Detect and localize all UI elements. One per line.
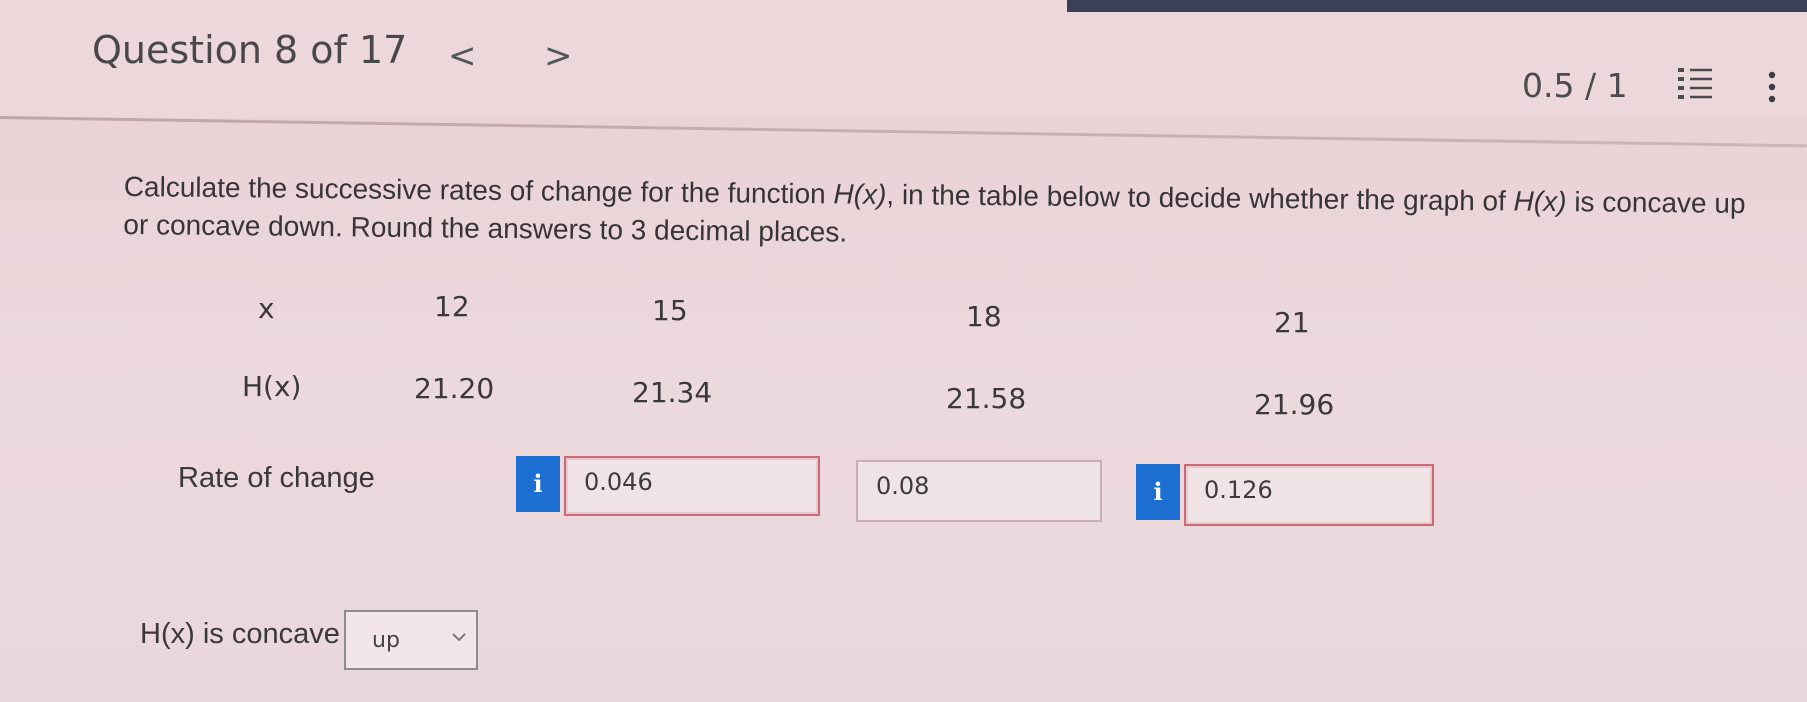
list-icon[interactable] [1676,66,1714,102]
previous-question-button[interactable]: < [448,36,477,76]
x-value-cell: 12 [434,290,470,323]
prompt-text-2: , in the table below to decide whether t… [886,178,1514,217]
h-value-cell: 21.96 [1254,388,1335,421]
next-question-button[interactable]: > [544,36,573,76]
x-row-label: x [258,292,275,325]
prompt-function-1: H(x) [833,178,887,210]
x-value-cell: 21 [1274,306,1310,339]
h-value-cell: 21.34 [632,376,713,409]
prompt-function-2: H(x) [1513,185,1567,218]
rate-answer-input-2[interactable]: 0.08 [856,460,1102,522]
score-display: 0.5 / 1 [1522,66,1628,105]
h-value-cell: 21.58 [946,382,1027,415]
rate-answer-input-3[interactable]: 0.126 [1184,464,1434,526]
x-value-cell: 18 [966,300,1002,333]
more-vertical-icon[interactable] [1766,70,1778,104]
question-prompt: Calculate the successive rates of change… [123,168,1764,261]
concavity-selected-value: up [372,628,400,653]
header-divider [0,116,1807,148]
concavity-select[interactable]: up [344,610,478,670]
info-icon[interactable]: i [1136,464,1180,520]
chevron-down-icon [452,633,466,642]
window-top-stripe [1067,0,1807,12]
info-icon[interactable]: i [516,456,560,512]
h-value-cell: 21.20 [414,372,495,405]
h-row-label: H(x) [242,370,302,403]
rate-of-change-label: Rate of change [178,462,375,494]
prompt-text-1: Calculate the successive rates of change… [123,170,834,210]
concavity-label: H(x) is concave [140,618,340,650]
question-counter: Question 8 of 17 [92,28,408,72]
rate-answer-input-1[interactable]: 0.046 [564,456,820,516]
x-value-cell: 15 [652,294,688,327]
